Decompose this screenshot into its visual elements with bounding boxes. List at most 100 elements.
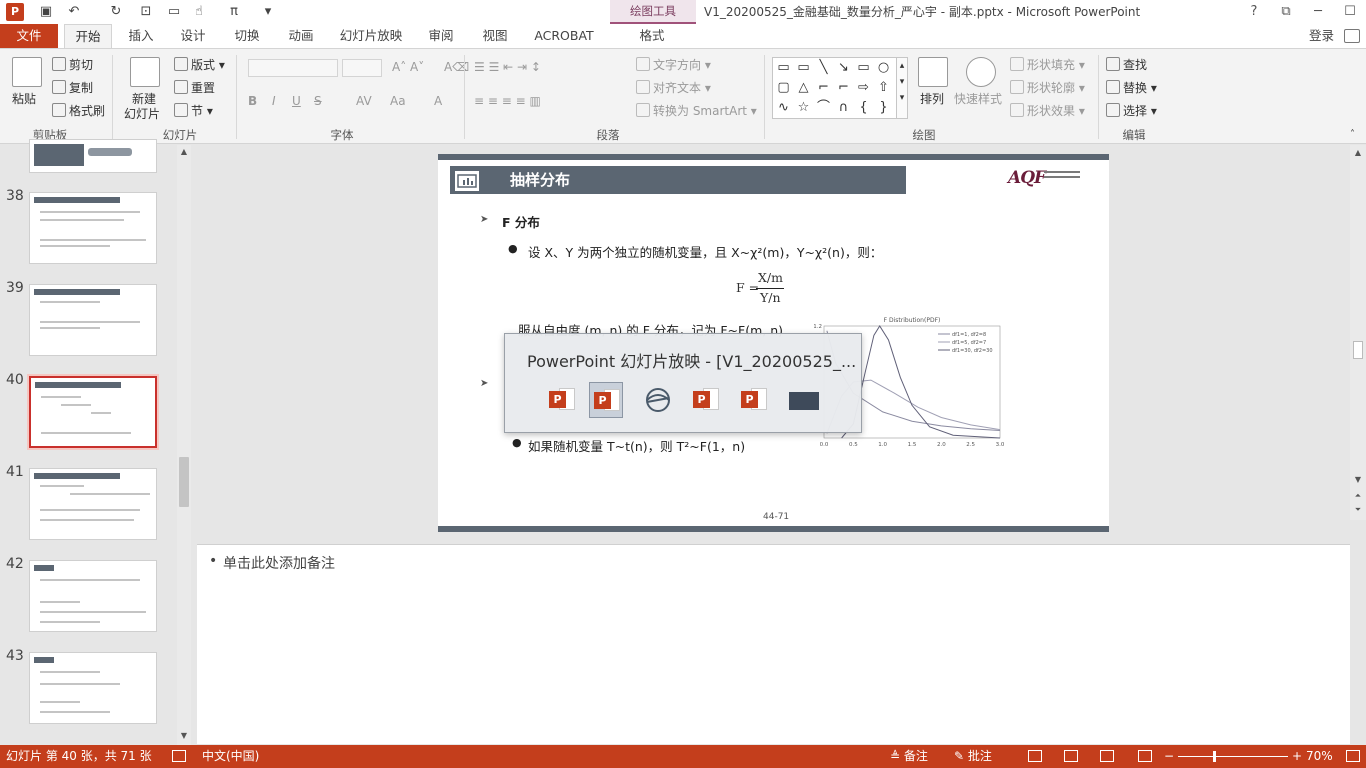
shape-connector-icon[interactable]: ⌐ (815, 79, 832, 96)
undo-icon[interactable]: ↶ (66, 4, 82, 20)
reading-view-icon[interactable] (1100, 750, 1114, 762)
zoom-in-icon[interactable]: + (1292, 745, 1302, 768)
shape-curve-icon[interactable]: ∩ (835, 99, 852, 116)
slide-thumbnail-38[interactable] (29, 192, 157, 264)
italic-button[interactable]: I (272, 93, 276, 109)
font-size-select[interactable] (342, 59, 382, 77)
slide-thumbnail-41[interactable] (29, 468, 157, 540)
language-indicator[interactable]: 中文(中国) (202, 745, 259, 768)
browser-icon[interactable] (641, 382, 675, 418)
slide-thumbnail-40-selected[interactable] (29, 376, 157, 448)
share-icon[interactable] (1344, 29, 1360, 43)
notes-placeholder[interactable]: 单击此处添加备注 (223, 553, 335, 573)
tab-file[interactable]: 文件 (0, 24, 58, 48)
align-text-button[interactable]: 对齐文本 ▾ (636, 80, 711, 96)
shape-arc-icon[interactable]: ⌒ (815, 99, 832, 116)
powerpoint-window-icon[interactable]: P (737, 382, 771, 418)
shape-brace-right-icon[interactable]: } (875, 99, 892, 116)
slide-sorter-icon[interactable] (1064, 750, 1078, 762)
login-button[interactable]: 登录 (1309, 24, 1334, 48)
cut-button[interactable]: 剪切 (52, 57, 93, 73)
quick-styles-icon[interactable] (966, 57, 996, 87)
tab-review[interactable]: 审阅 (420, 24, 462, 48)
zoom-out-icon[interactable]: − (1164, 745, 1174, 768)
change-case-button[interactable]: Aa (390, 93, 406, 109)
shape-arrow-line-icon[interactable]: ↘ (835, 59, 852, 76)
tab-design[interactable]: 设计 (172, 24, 214, 48)
quick-styles-button[interactable]: 快速样式 (954, 91, 1002, 107)
notes-toggle-button[interactable]: ≜ 备注 (890, 745, 928, 768)
text-direction-button[interactable]: 文字方向 ▾ (636, 57, 711, 73)
slide-thumbnail[interactable] (29, 139, 157, 173)
tab-view[interactable]: 视图 (474, 24, 516, 48)
tab-slideshow[interactable]: 幻灯片放映 (336, 24, 406, 48)
maximize-icon[interactable]: ☐ (1334, 0, 1366, 24)
help-icon[interactable]: ? (1238, 0, 1270, 24)
select-button[interactable]: 选择 ▾ (1106, 103, 1157, 119)
slide-panel-scrollbar[interactable]: ▲ ▼ (177, 145, 191, 745)
shapes-gallery[interactable]: ▭ ▭ ╲ ↘ ▭ ○ ▢ △ ⌐ ⌐ ⇨ ⇧ ∿ ☆ ⌒ ∩ { } (772, 57, 908, 119)
shape-fill-button[interactable]: 形状填充 ▾ (1010, 57, 1085, 73)
previous-slide-icon[interactable]: ⏶ (1353, 491, 1363, 501)
shape-triangle-icon[interactable]: △ (795, 79, 812, 96)
slide-thumbnail-39[interactable] (29, 284, 157, 356)
shape-brace-left-icon[interactable]: { (855, 99, 872, 116)
shape-rounded-rect-icon[interactable]: ▢ (775, 79, 792, 96)
redo-icon[interactable]: ↻ (108, 4, 124, 20)
screen-thumbnail-icon[interactable] (787, 382, 821, 418)
font-name-select[interactable] (248, 59, 338, 77)
spelling-icon[interactable] (172, 750, 186, 762)
scroll-down-icon[interactable]: ▼ (179, 731, 189, 741)
normal-view-icon[interactable] (1028, 750, 1042, 762)
shape-arrow-icon[interactable]: ⇨ (855, 79, 872, 96)
shape-rectangle-icon[interactable]: ▭ (795, 59, 812, 76)
find-button[interactable]: 查找 (1106, 57, 1147, 73)
arrange-icon[interactable] (918, 57, 948, 87)
increase-font-icon[interactable]: A˄ A˅ (392, 59, 424, 75)
font-color-button[interactable]: A (434, 93, 442, 109)
comments-toggle-button[interactable]: ✎ 批注 (954, 745, 992, 768)
taskbar-preview-popup[interactable]: PowerPoint 幻灯片放映 - [V1_20200525_... P P … (504, 333, 862, 433)
section-button[interactable]: 节 ▾ (174, 103, 213, 119)
paste-button[interactable]: 粘贴 (12, 91, 36, 107)
customize-toolbar-icon[interactable]: ▾ (262, 4, 274, 20)
shape-rectangle-icon[interactable]: ▭ (775, 59, 792, 76)
new-slide-label[interactable]: 新建 (132, 91, 156, 107)
shape-star-icon[interactable]: ☆ (795, 99, 812, 116)
zoom-slider-track[interactable] (1178, 756, 1288, 757)
slide-thumbnail-43[interactable] (29, 652, 157, 724)
tab-transitions[interactable]: 切换 (226, 24, 268, 48)
next-slide-icon[interactable]: ⏷ (1353, 505, 1363, 515)
scroll-thumb[interactable] (1353, 341, 1363, 359)
convert-smartart-button[interactable]: 转换为 SmartArt ▾ (636, 103, 757, 119)
shape-curve-icon[interactable]: ∿ (775, 99, 792, 116)
tab-acrobat[interactable]: ACROBAT (528, 24, 600, 48)
notes-pane[interactable]: • 单击此处添加备注 (197, 544, 1350, 744)
shape-connector-icon[interactable]: ⌐ (835, 79, 852, 96)
clear-format-icon[interactable]: A⌫ (444, 59, 469, 75)
underline-button[interactable]: U (292, 93, 301, 109)
slide-thumbnail-42[interactable] (29, 560, 157, 632)
reset-button[interactable]: 重置 (174, 80, 215, 96)
slideshow-view-icon[interactable] (1138, 750, 1152, 762)
tab-animations[interactable]: 动画 (280, 24, 322, 48)
powerpoint-slideshow-icon[interactable]: P (589, 382, 623, 418)
shape-arrow-up-icon[interactable]: ⇧ (875, 79, 892, 96)
arrange-button[interactable]: 排列 (920, 91, 944, 107)
scroll-thumb[interactable] (179, 457, 189, 507)
tab-home[interactable]: 开始 (64, 24, 112, 48)
tab-insert[interactable]: 插入 (120, 24, 162, 48)
tab-format[interactable]: 格式 (626, 24, 678, 48)
format-painter-button[interactable]: 格式刷 (52, 103, 105, 119)
shape-rectangle-icon[interactable]: ▭ (855, 59, 872, 76)
bullets-icon[interactable]: ☰ ☰ ⇤ ⇥ ↕ (474, 59, 541, 75)
equation-icon[interactable]: π (226, 4, 242, 20)
shape-oval-icon[interactable]: ○ (875, 59, 892, 76)
collapse-ribbon-icon[interactable]: ˄ (1350, 127, 1355, 143)
replace-button[interactable]: 替换 ▾ (1106, 80, 1157, 96)
powerpoint-window-icon[interactable]: P (689, 382, 723, 418)
zoom-level[interactable]: 70% (1306, 745, 1333, 768)
scroll-down-icon[interactable]: ▼ (1353, 475, 1363, 485)
ribbon-display-icon[interactable]: ⧉ (1270, 0, 1302, 24)
scroll-up-icon[interactable]: ▲ (1353, 148, 1363, 158)
